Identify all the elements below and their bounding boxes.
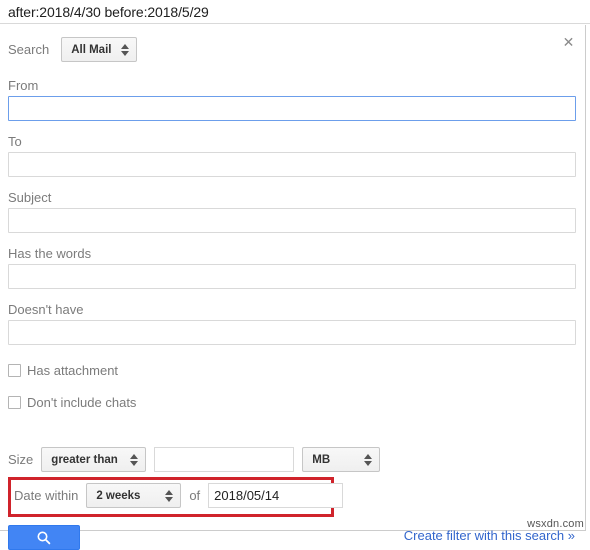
from-label: From bbox=[8, 78, 39, 93]
size-label: Size bbox=[8, 452, 34, 467]
search-submit-button[interactable] bbox=[8, 525, 80, 550]
dont-include-chats-label: Don't include chats bbox=[27, 395, 137, 410]
from-input[interactable] bbox=[8, 96, 576, 121]
search-scope-row: Search All Mail bbox=[8, 37, 138, 62]
search-scope-label: Search bbox=[8, 42, 50, 57]
has-attachment-label: Has attachment bbox=[27, 363, 119, 378]
size-unit-value: MB bbox=[312, 453, 331, 466]
date-within-row: Date within 2 weeks of bbox=[14, 483, 344, 508]
to-input[interactable] bbox=[8, 152, 576, 177]
subject-input[interactable] bbox=[8, 208, 576, 233]
date-within-label: Date within bbox=[14, 488, 79, 503]
gmail-search-bar[interactable]: after:2018/4/30 before:2018/5/29 bbox=[0, 0, 590, 24]
doesnt-have-input[interactable] bbox=[8, 320, 576, 345]
subject-label: Subject bbox=[8, 190, 52, 205]
date-range-dropdown[interactable]: 2 weeks bbox=[86, 483, 182, 508]
search-query-text[interactable]: after:2018/4/30 before:2018/5/29 bbox=[0, 4, 209, 20]
watermark-text: wsxdn.com bbox=[527, 518, 584, 530]
close-icon[interactable]: ✕ bbox=[561, 35, 576, 50]
has-the-words-input[interactable] bbox=[8, 264, 576, 289]
date-of-label: of bbox=[189, 488, 201, 503]
has-attachment-checkbox[interactable] bbox=[8, 364, 21, 377]
size-operator-dropdown[interactable]: greater than bbox=[41, 447, 147, 472]
to-label: To bbox=[8, 134, 22, 149]
size-row: Size greater than MB bbox=[8, 447, 381, 472]
search-scope-dropdown[interactable]: All Mail bbox=[61, 37, 138, 62]
updown-arrows-icon bbox=[130, 453, 139, 467]
doesnt-have-label: Doesn't have bbox=[8, 302, 84, 317]
size-unit-dropdown[interactable]: MB bbox=[302, 447, 381, 472]
updown-arrows-icon bbox=[364, 453, 373, 467]
size-operator-value: greater than bbox=[51, 453, 118, 466]
search-scope-value: All Mail bbox=[71, 43, 112, 56]
has-the-words-label: Has the words bbox=[8, 246, 92, 261]
updown-arrows-icon bbox=[165, 489, 174, 503]
create-filter-link[interactable]: Create filter with this search » bbox=[404, 528, 575, 543]
has-attachment-row[interactable]: Has attachment bbox=[8, 363, 118, 378]
dont-include-chats-row[interactable]: Don't include chats bbox=[8, 395, 136, 410]
date-range-value: 2 weeks bbox=[96, 489, 141, 502]
dont-include-chats-checkbox[interactable] bbox=[8, 396, 21, 409]
date-value-input[interactable] bbox=[208, 483, 344, 508]
advanced-search-panel: ✕ Search All Mail From To Subject Has th… bbox=[0, 25, 586, 550]
updown-arrows-icon bbox=[121, 43, 130, 57]
size-value-input[interactable] bbox=[154, 447, 295, 472]
